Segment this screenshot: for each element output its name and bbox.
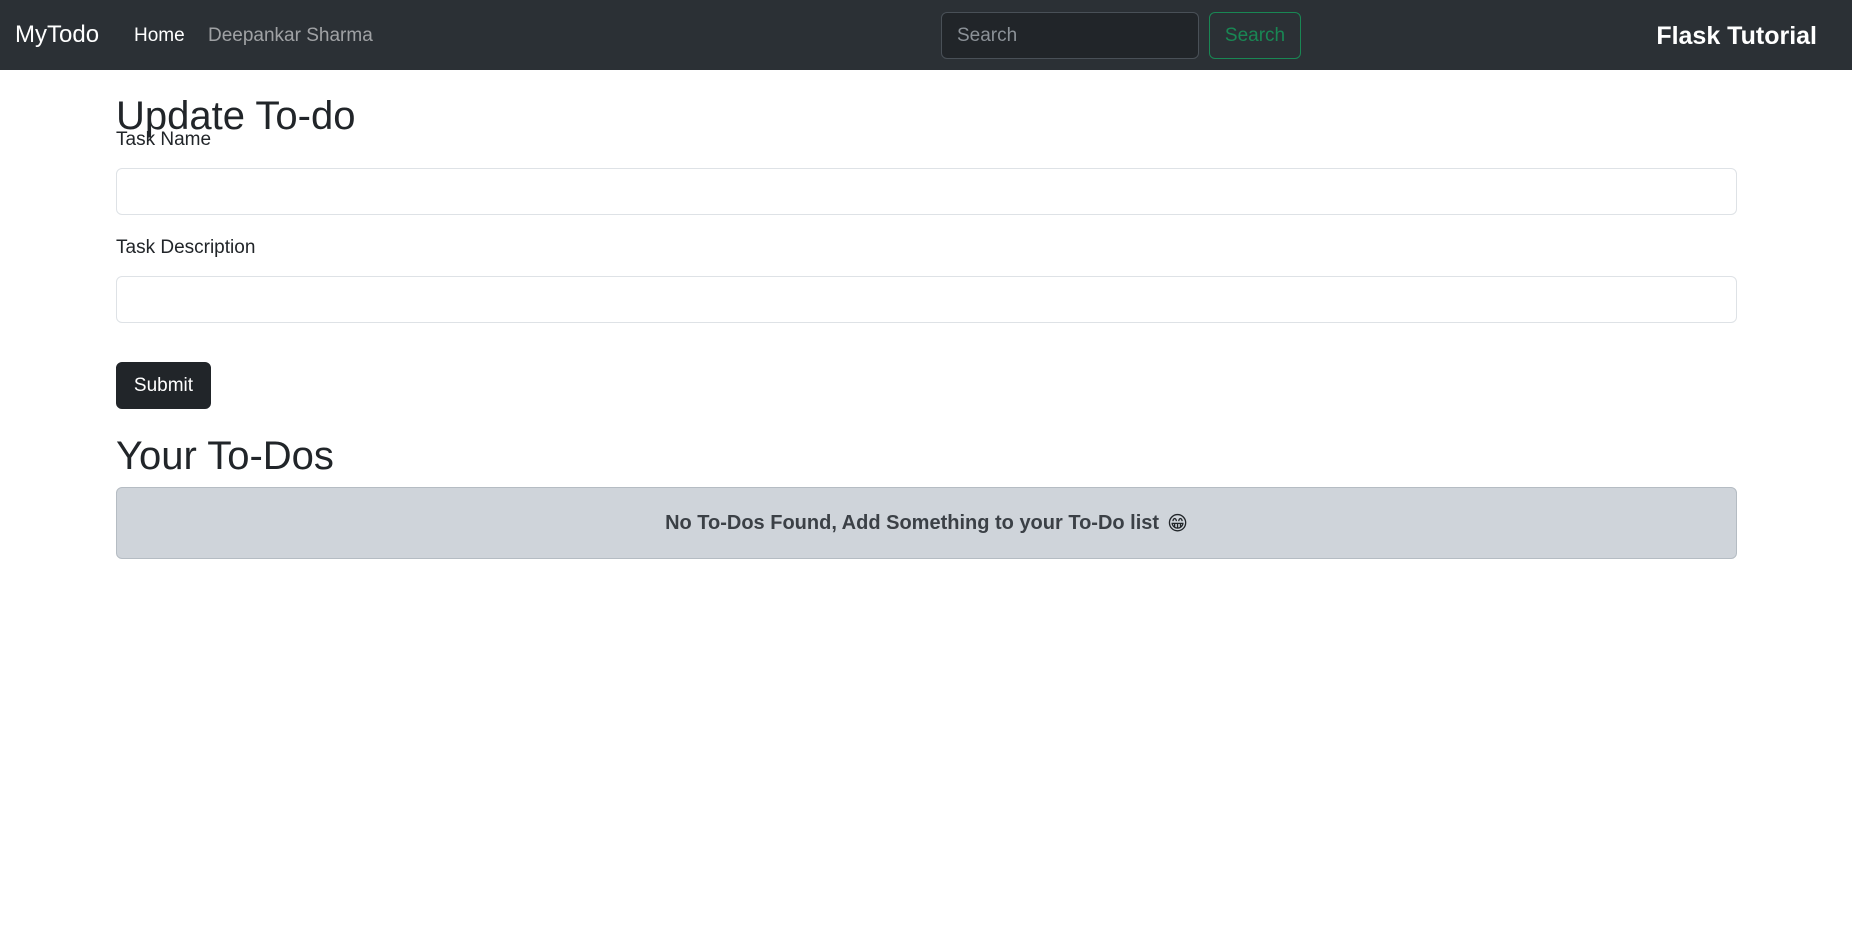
submit-button[interactable]: Submit xyxy=(116,362,211,409)
grin-emoji-icon: 😁 xyxy=(1167,512,1188,535)
nav-link-author[interactable]: Deepankar Sharma xyxy=(208,23,373,49)
navbar: MyTodo Home Deepankar Sharma Search Flas… xyxy=(0,0,1852,70)
search-button[interactable]: Search xyxy=(1209,12,1301,59)
empty-todos-alert: No To-Dos Found, Add Something to your T… xyxy=(116,487,1737,559)
nav-link-home[interactable]: Home xyxy=(134,23,185,49)
task-description-label: Task Description xyxy=(116,237,256,258)
search-input[interactable] xyxy=(941,12,1199,59)
empty-todos-message: No To-Dos Found, Add Something to your T… xyxy=(665,511,1160,534)
brand-link[interactable]: MyTodo xyxy=(15,20,99,50)
task-description-input[interactable] xyxy=(116,276,1737,323)
site-title: Flask Tutorial xyxy=(1656,22,1817,50)
task-name-input[interactable] xyxy=(116,168,1737,215)
task-name-label: Task Name xyxy=(116,129,212,150)
todos-title: Your To-Dos xyxy=(116,434,334,478)
